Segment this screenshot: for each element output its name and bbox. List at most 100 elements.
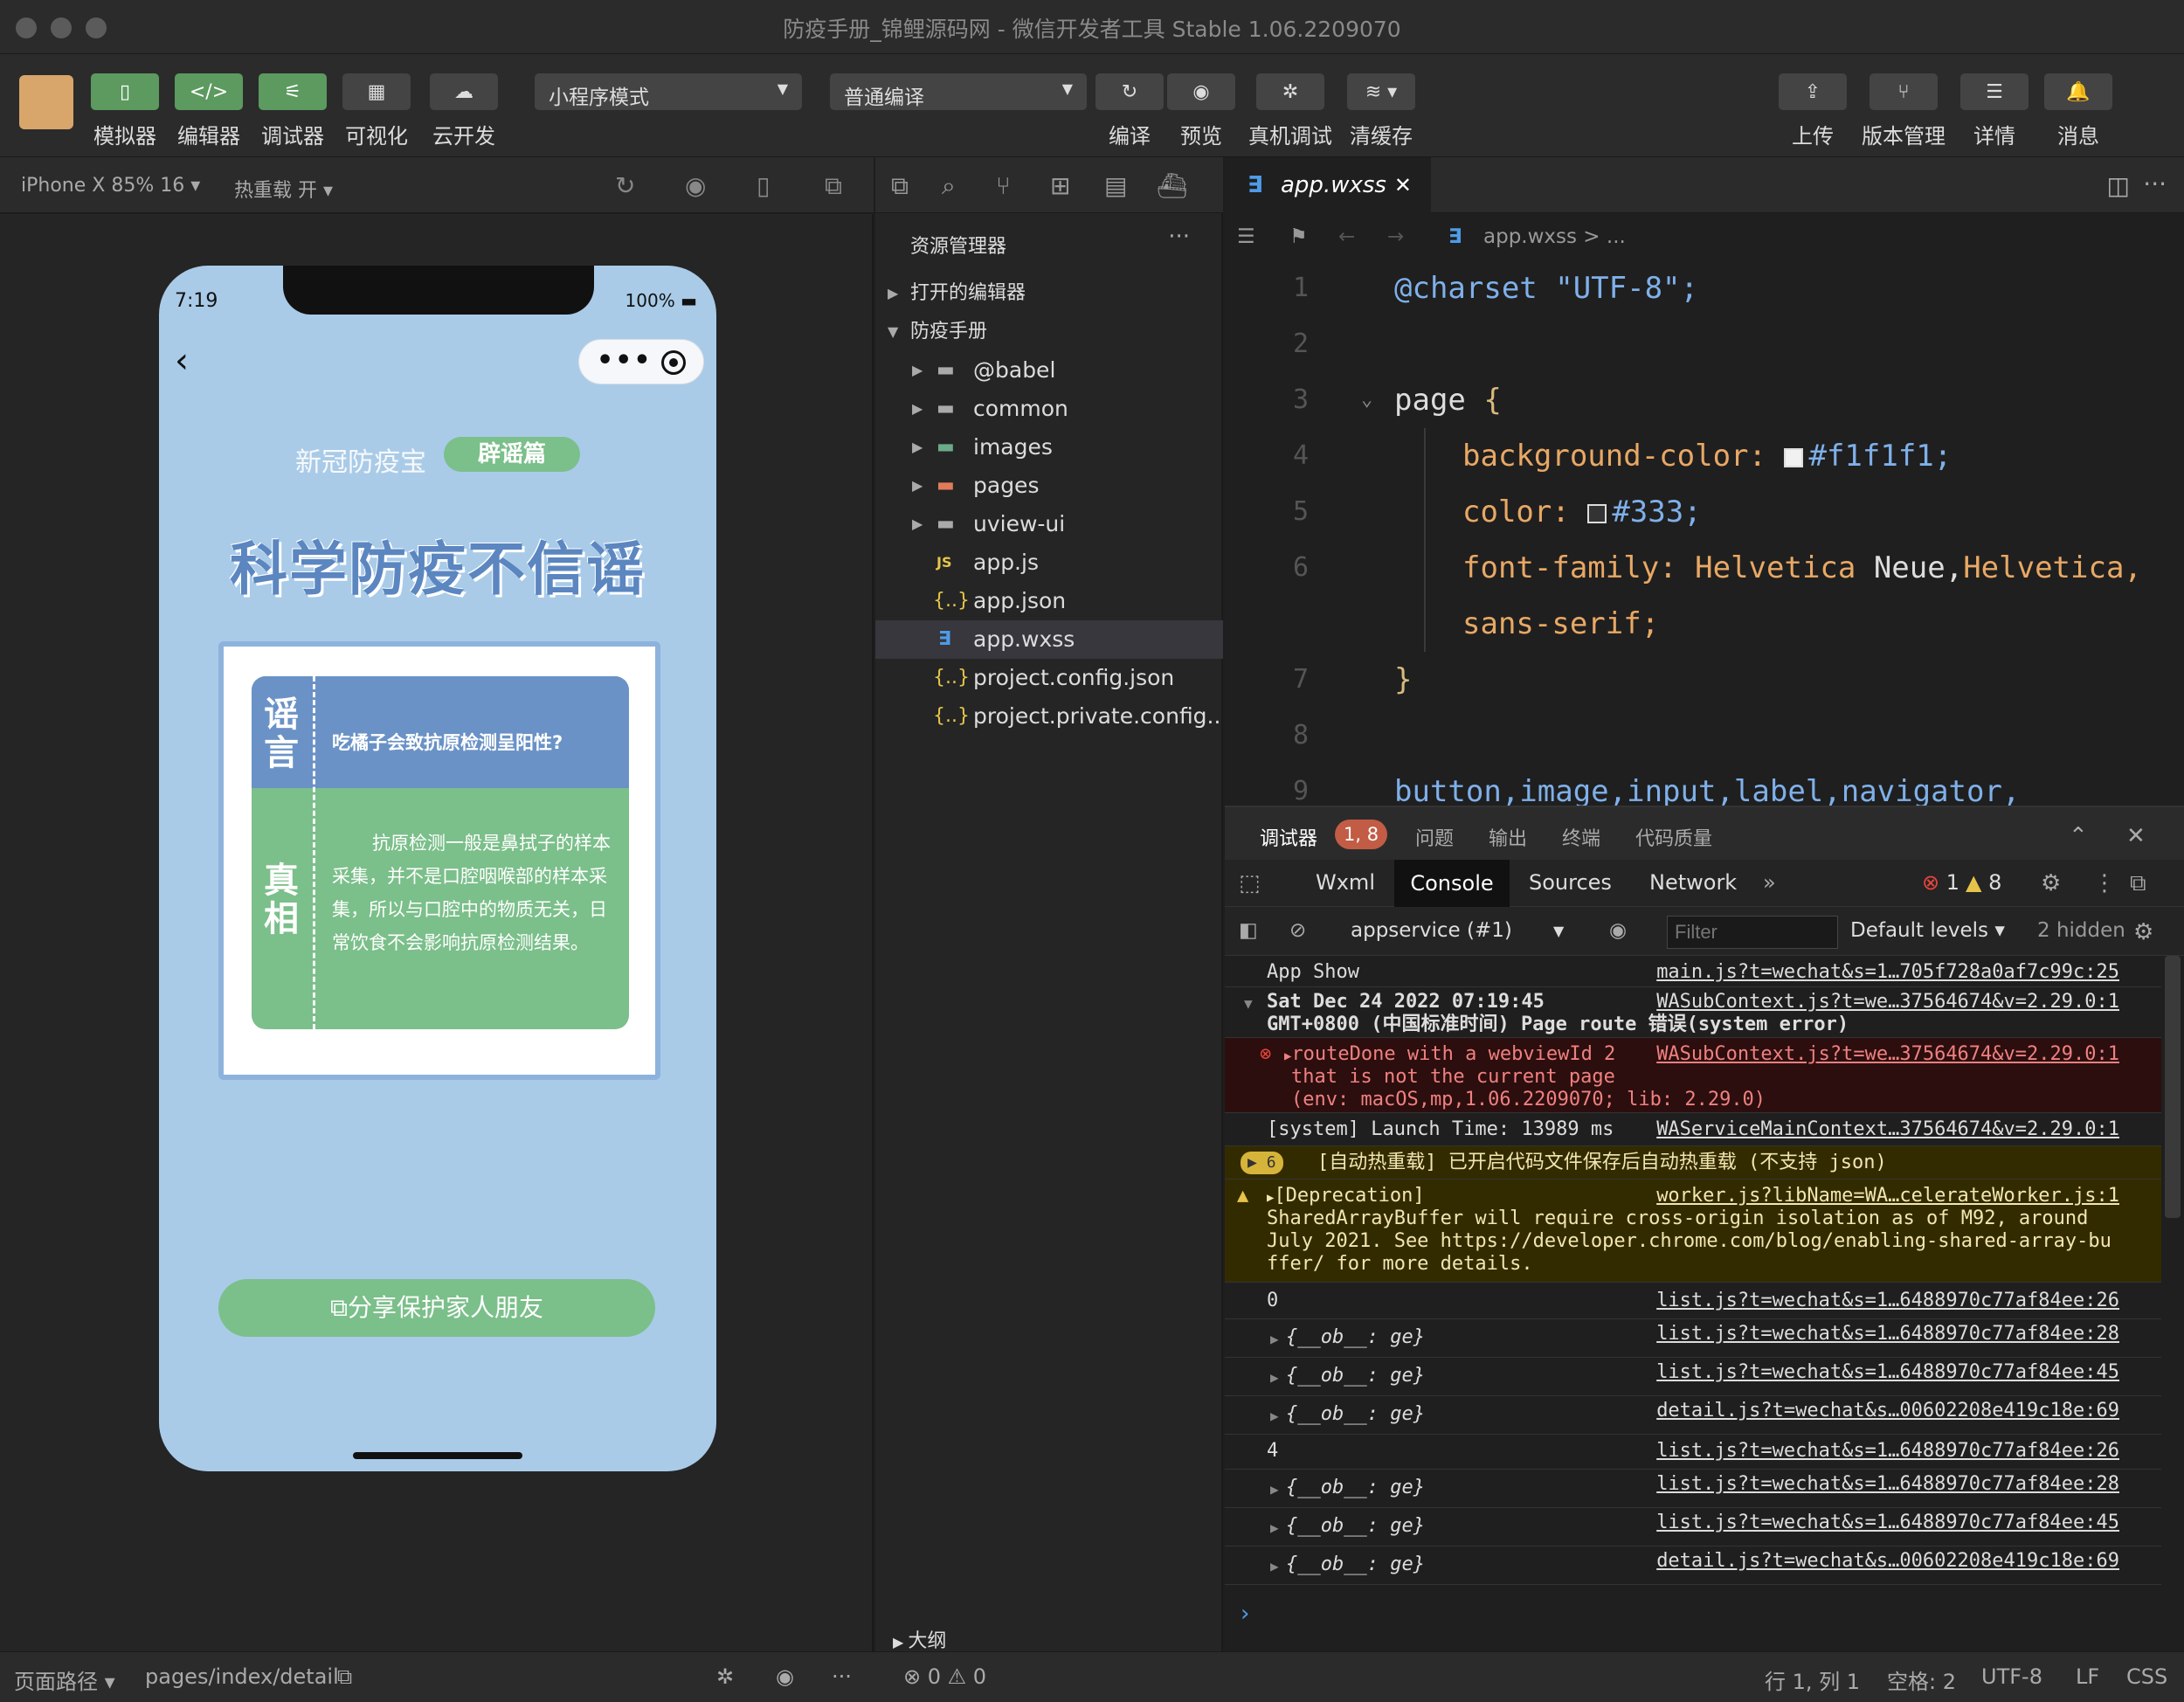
compile-button[interactable]: ↻ [1095, 73, 1164, 110]
error-count[interactable]: ⊗ 1 [1922, 870, 1959, 895]
chevron-right-icon[interactable]: ▶ [1270, 1366, 1279, 1389]
tab-console[interactable]: Console [1394, 860, 1510, 907]
chevron-right-icon[interactable]: ▶ [1270, 1517, 1279, 1539]
docker-icon[interactable]: ⛴ [1157, 171, 1188, 200]
log-source-link[interactable]: list.js?t=wechat&s=1…6488970c77af84ee:28 [1656, 1473, 2119, 1496]
avatar[interactable] [19, 75, 73, 129]
cloud-dev-button[interactable]: ☁ [430, 73, 498, 110]
save-icon[interactable]: ▤ [1104, 171, 1127, 200]
code-line[interactable]: 1 @charset "UTF-8"; [1225, 260, 2184, 316]
code-line[interactable]: 8 [1225, 708, 2184, 764]
log-object[interactable]: {__ob__: ge} [1286, 1477, 1425, 1499]
more-icon[interactable]: ··· [832, 1664, 852, 1689]
tab-debugger[interactable]: 调试器 [1260, 823, 1317, 851]
chevron-right-icon[interactable]: ▶ [1270, 1328, 1279, 1351]
tree-item-uview-ui[interactable]: ▶ ▬ uview-ui [875, 505, 1223, 543]
simulator-toggle-button[interactable]: ▯ [91, 73, 159, 110]
rotate-icon[interactable]: ↻ [615, 171, 635, 200]
log-object[interactable]: {__ob__: ge} [1286, 1515, 1425, 1538]
tab-sources[interactable]: Sources [1529, 870, 1612, 895]
close-icon[interactable]: ✕ [2126, 823, 2146, 849]
tree-item-app-wxss[interactable]: ∃ app.wxss [875, 620, 1223, 659]
code-line[interactable]: sans-serif; [1225, 596, 2184, 652]
tree-item-project-private-config[interactable]: {..} project.private.config... [875, 697, 1223, 736]
more-icon[interactable]: ··· [1168, 224, 1190, 250]
log-source-link[interactable]: WASubContext.js?t=we…37564674&v=2.29.0:1 [1656, 991, 2119, 1014]
popout-icon[interactable]: ⧉ [825, 171, 842, 201]
mode-select[interactable]: 小程序模式 ▼ [535, 73, 802, 110]
extensions-icon[interactable]: ⊞ [1050, 171, 1070, 200]
eol-setting[interactable]: LF [2076, 1664, 2099, 1689]
preview-button[interactable]: ◉ [1167, 73, 1235, 110]
color-swatch[interactable] [1784, 448, 1804, 467]
chevron-down-icon[interactable]: ▼ [1244, 993, 1253, 1015]
log-object[interactable]: {__ob__: ge} [1286, 1403, 1425, 1426]
kebab-menu-icon[interactable]: ⋮ [2093, 870, 2116, 896]
language-mode[interactable]: CSS [2126, 1664, 2167, 1689]
tree-item-babel[interactable]: ▶ ▬ @babel [875, 351, 1223, 390]
chevron-right-icon[interactable]: ▶ [1270, 1478, 1279, 1501]
visual-button[interactable]: ▦ [342, 73, 411, 110]
console-prompt-icon[interactable]: › [1241, 1601, 1249, 1627]
project-section[interactable]: ▼ 防疫手册 [875, 313, 1223, 351]
more-tabs-button[interactable]: » [1763, 870, 1776, 895]
log-source-link[interactable]: detail.js?t=wechat&s…00602208e419c18e:69 [1656, 1400, 2119, 1422]
code-line[interactable]: 3 ⌄ page { [1225, 372, 2184, 428]
tab-wxml[interactable]: Wxml [1316, 870, 1375, 895]
inspect-icon[interactable]: ⬚ [1239, 870, 1261, 896]
more-dots-icon[interactable]: ••• [597, 345, 653, 376]
log-source-link[interactable]: WAServiceMainContext…37564674&v=2.29.0:1 [1656, 1118, 2119, 1141]
tab-terminal[interactable]: 终端 [1562, 823, 1600, 851]
encoding-setting[interactable]: UTF-8 [1981, 1664, 2042, 1689]
eye-icon[interactable]: ◉ [776, 1664, 794, 1689]
forward-arrow-icon[interactable]: → [1387, 213, 1404, 260]
tree-item-pages[interactable]: ▶ ▬ pages [875, 467, 1223, 505]
log-source-link[interactable]: worker.js?libName=WA…celerateWorker.js:1 [1656, 1185, 2119, 1207]
bug-icon[interactable]: ✲ [716, 1664, 734, 1689]
clear-cache-button[interactable]: ≋ ▾ [1347, 73, 1415, 110]
tree-item-app-json[interactable]: {..} app.json [875, 582, 1223, 620]
tree-item-common[interactable]: ▶ ▬ common [875, 390, 1223, 428]
eye-icon[interactable]: ◉ [1609, 919, 1627, 942]
tab-network[interactable]: Network [1649, 870, 1737, 895]
open-editors-section[interactable]: ▶ 打开的编辑器 [875, 274, 1223, 313]
tree-item-project-config[interactable]: {..} project.config.json [875, 659, 1223, 697]
outline-section[interactable]: ▶ 大纲 [875, 1625, 946, 1653]
source-control-icon[interactable]: ⑂ [996, 171, 1011, 200]
search-icon[interactable]: ⌕ [942, 171, 956, 201]
log-source-link[interactable]: list.js?t=wechat&s=1…6488970c77af84ee:28 [1656, 1323, 2119, 1346]
context-select[interactable]: appservice (#1) ▼ [1351, 919, 1564, 942]
log-object[interactable]: {__ob__: ge} [1286, 1365, 1425, 1387]
gear-icon[interactable]: ⚙ [2041, 870, 2061, 896]
problems-count[interactable]: ⊗ 0 ⚠ 0 [903, 1664, 986, 1689]
code-line[interactable]: 7} [1225, 652, 2184, 708]
log-object[interactable]: {__ob__: ge} [1286, 1326, 1425, 1349]
code-line[interactable]: 2 [1225, 316, 2184, 372]
log-levels-select[interactable]: Default levels ▾ [1850, 919, 2005, 942]
dock-icon[interactable]: ⧉ [2130, 870, 2146, 897]
code-line[interactable]: 6 font-family: Helvetica Neue,Helvetica, [1225, 540, 2184, 596]
tab-code-quality[interactable]: 代码质量 [1635, 823, 1712, 851]
upload-button[interactable]: ⇪ [1779, 73, 1847, 110]
tab-app-wxss[interactable]: ∃ app.wxss ✕ [1225, 157, 1431, 213]
code-line[interactable]: 5 color: #333; [1225, 484, 2184, 540]
editor-toggle-button[interactable]: </> [175, 73, 243, 110]
code-line[interactable]: 4 background-color: #f1f1f1; [1225, 428, 2184, 484]
gear-icon[interactable]: ⚙ [2133, 919, 2153, 945]
indent-setting[interactable]: 空格: 2 [1887, 1664, 1956, 1695]
log-source-link[interactable]: main.js?t=wechat&s=1…705f728a0af7c99c:25 [1656, 961, 2119, 984]
log-source-link[interactable]: list.js?t=wechat&s=1…6488970c77af84ee:26 [1656, 1440, 2119, 1463]
tree-item-app-js[interactable]: JS app.js [875, 543, 1223, 582]
fold-chevron-icon[interactable]: ⌄ [1361, 372, 1372, 428]
back-icon[interactable]: ‹ [175, 341, 189, 381]
chevron-right-icon[interactable]: ▶ [1270, 1405, 1279, 1428]
remote-debug-button[interactable]: ✲ [1256, 73, 1324, 110]
tree-item-images[interactable]: ▶ ▬ images [875, 428, 1223, 467]
bookmark-icon[interactable]: ⚑ [1289, 213, 1308, 260]
share-button[interactable]: ⧉分享保护家人朋友 [218, 1279, 655, 1337]
log-source-link[interactable]: detail.js?t=wechat&s…00602208e419c18e:69 [1656, 1550, 2119, 1573]
chevron-right-icon[interactable]: ▶ [1270, 1555, 1279, 1578]
warning-count[interactable]: ▲ 8 [1966, 870, 2001, 895]
sidebar-toggle-icon[interactable]: ◧ [1239, 919, 1258, 942]
device-select[interactable]: iPhone X 85% 16 ▾ [21, 175, 200, 197]
